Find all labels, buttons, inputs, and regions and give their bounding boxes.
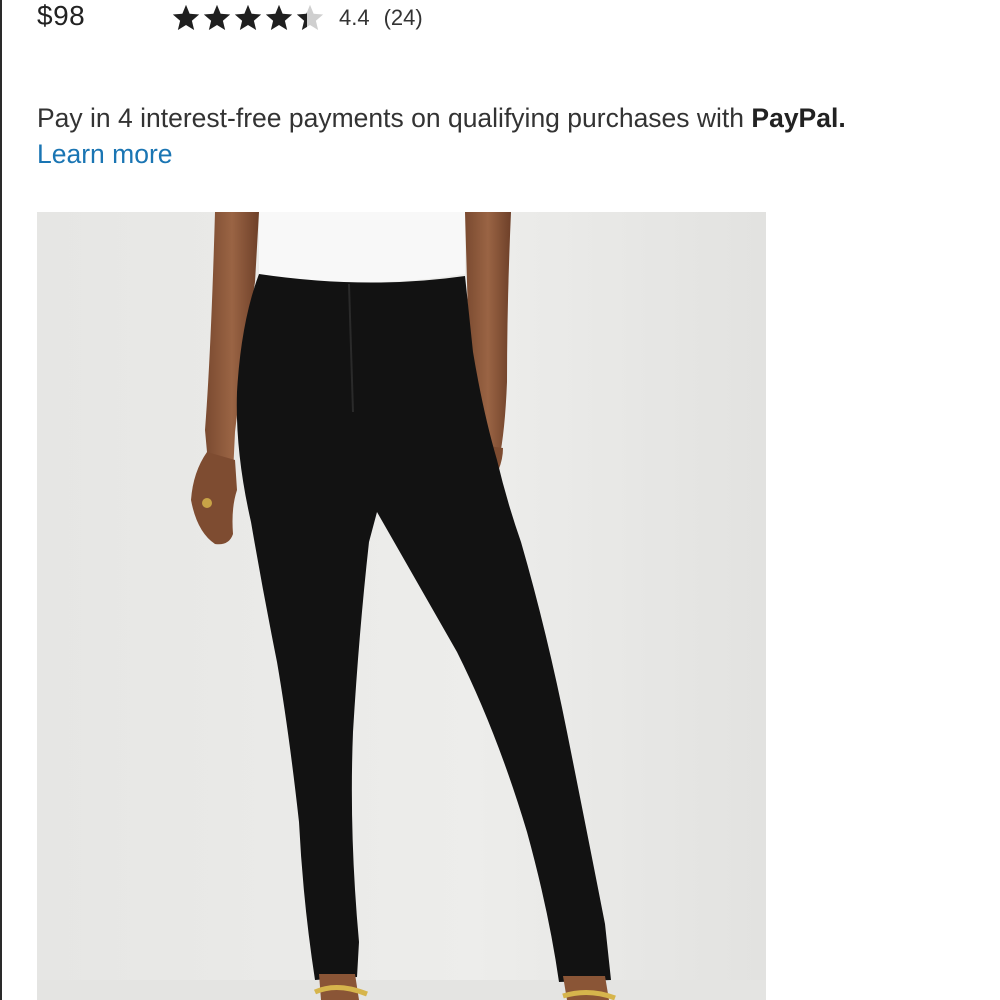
product-detail-page: $98 4.4 (24) Pay in 4 interest-free paym…: [0, 0, 1000, 1000]
star-icon: [172, 4, 200, 30]
paypal-brand-text: PayPal.: [751, 103, 846, 133]
rating-stars[interactable]: [171, 3, 326, 33]
rating-summary[interactable]: 4.4 (24): [171, 0, 423, 36]
product-image[interactable]: [37, 212, 766, 1000]
paypal-message-text: Pay in 4 interest-free payments on quali…: [37, 103, 752, 133]
price-rating-row: $98 4.4 (24): [37, 0, 423, 36]
rating-value: 4.4: [339, 5, 370, 30]
paypal-installments-message: Pay in 4 interest-free payments on quali…: [37, 100, 977, 172]
star-icon: [265, 4, 293, 30]
left-border-line: [0, 0, 2, 1000]
learn-more-link[interactable]: Learn more: [37, 136, 173, 172]
product-photo: [37, 212, 766, 1000]
review-count[interactable]: (24): [384, 5, 423, 31]
star-icon: [203, 4, 231, 30]
product-price: $98: [37, 0, 86, 31]
star-icon: [296, 4, 324, 30]
star-icon: [234, 4, 262, 30]
